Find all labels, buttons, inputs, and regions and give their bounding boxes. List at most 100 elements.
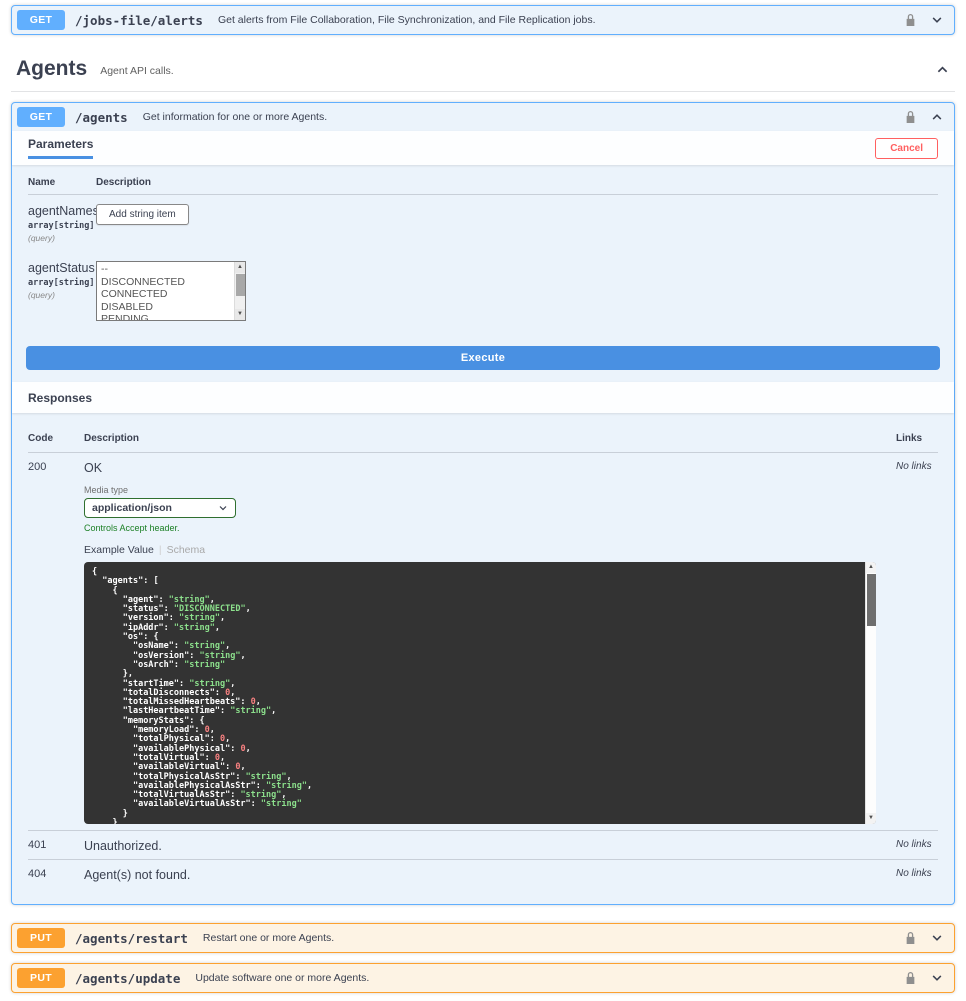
- param-type: array[string]: [28, 278, 96, 288]
- opblock-jobs-file-alerts: GET /jobs-file/alerts Get alerts from Fi…: [11, 5, 955, 35]
- api-description: Restart one or more Agents.: [203, 932, 334, 944]
- tab-schema[interactable]: Schema: [167, 544, 206, 556]
- response-row-401: 401 Unauthorized. No links: [28, 830, 938, 859]
- api-description: Get alerts from File Collaboration, File…: [218, 14, 596, 26]
- scrollbar-thumb[interactable]: [236, 274, 245, 296]
- responses-table: Code Description Links 200 OK Media type…: [12, 413, 954, 904]
- response-links: No links: [896, 839, 938, 853]
- method-badge-put: PUT: [17, 928, 65, 948]
- tab-example-value[interactable]: Example Value: [84, 544, 154, 556]
- response-code: 401: [28, 839, 84, 853]
- response-links: No links: [896, 461, 938, 824]
- api-path[interactable]: /agents/update: [75, 971, 180, 986]
- execute-button[interactable]: Execute: [26, 346, 940, 370]
- expand-button[interactable]: [930, 13, 944, 27]
- api-description: Update software one or more Agents.: [195, 972, 369, 984]
- section-title: Agents: [16, 57, 87, 81]
- op-summary-agents-update[interactable]: PUT /agents/update Update software one o…: [12, 964, 954, 992]
- responses-header: Responses: [12, 382, 954, 413]
- param-type: array[string]: [28, 221, 96, 231]
- opblock-agents-update: PUT /agents/update Update software one o…: [11, 963, 955, 993]
- tab-separator: |: [159, 544, 162, 556]
- parameters-table-head: Name Description: [28, 177, 938, 195]
- response-row-404: 404 Agent(s) not found. No links: [28, 859, 938, 888]
- chevron-up-icon: [935, 62, 950, 77]
- param-row-agentstatus: agentStatus array[string] (query) -- DIS…: [28, 252, 938, 330]
- auth-lock-button[interactable]: [905, 110, 916, 124]
- lock-icon: [905, 13, 916, 27]
- chevron-down-icon: [930, 971, 944, 985]
- collapse-button[interactable]: [930, 110, 944, 124]
- scroll-up-icon[interactable]: ▲: [866, 562, 876, 573]
- expand-button[interactable]: [930, 971, 944, 985]
- chevron-up-icon: [930, 110, 944, 124]
- api-path[interactable]: /jobs-file/alerts: [75, 13, 203, 28]
- section-subtitle: Agent API calls.: [100, 61, 174, 77]
- lock-icon: [905, 110, 916, 124]
- op-summary-jobs-file-alerts[interactable]: GET /jobs-file/alerts Get alerts from Fi…: [12, 6, 954, 34]
- param-row-agentnames: agentNames array[string] (query) Add str…: [28, 195, 938, 252]
- response-code: 404: [28, 868, 84, 882]
- tag-header-agents[interactable]: Agents Agent API calls.: [11, 51, 955, 92]
- method-badge-get: GET: [17, 10, 65, 30]
- responses-title: Responses: [28, 391, 92, 405]
- chevron-down-icon: [218, 503, 228, 513]
- listbox-option[interactable]: CONNECTED: [97, 288, 245, 301]
- scrollbar-thumb[interactable]: [867, 574, 876, 626]
- scroll-up-icon[interactable]: ▲: [235, 262, 245, 273]
- example-value-block: { "agents": [ { "agent": "string", "stat…: [84, 562, 876, 824]
- example-json-code: { "agents": [ { "agent": "string", "stat…: [84, 562, 876, 824]
- auth-lock-button[interactable]: [905, 971, 916, 985]
- collapse-section-button[interactable]: [935, 62, 950, 77]
- listbox-option[interactable]: DISCONNECTED: [97, 276, 245, 289]
- api-path[interactable]: /agents/restart: [75, 931, 188, 946]
- parameters-header: Parameters Cancel: [12, 131, 954, 165]
- auth-lock-button[interactable]: [905, 13, 916, 27]
- param-location: (query): [28, 290, 96, 300]
- method-badge-put: PUT: [17, 968, 65, 988]
- column-header-links: Links: [896, 433, 938, 444]
- responses-table-head: Code Description Links: [28, 425, 938, 453]
- response-description: Agent(s) not found.: [84, 868, 896, 882]
- op-summary-agents-restart[interactable]: PUT /agents/restart Restart one or more …: [12, 924, 954, 952]
- method-badge-get: GET: [17, 107, 65, 127]
- api-path[interactable]: /agents: [75, 110, 128, 125]
- opblock-agents: GET /agents Get information for one or m…: [11, 102, 955, 905]
- scroll-down-icon[interactable]: ▼: [235, 309, 245, 320]
- param-location: (query): [28, 233, 96, 243]
- tab-parameters[interactable]: Parameters: [28, 137, 93, 159]
- add-string-item-button[interactable]: Add string item: [96, 204, 189, 225]
- expand-button[interactable]: [930, 931, 944, 945]
- media-type-select[interactable]: application/json: [84, 498, 236, 518]
- lock-icon: [905, 971, 916, 985]
- op-summary-agents[interactable]: GET /agents Get information for one or m…: [12, 103, 954, 131]
- response-row-200: 200 OK Media type application/json Contr…: [28, 453, 938, 830]
- opblock-agents-restart: PUT /agents/restart Restart one or more …: [11, 923, 955, 953]
- response-links: No links: [896, 868, 938, 882]
- param-name: agentStatus: [28, 261, 96, 275]
- column-header-description: Description: [84, 433, 896, 444]
- example-scrollbar[interactable]: ▲ ▼: [865, 562, 876, 824]
- scroll-down-icon[interactable]: ▼: [866, 813, 876, 824]
- cancel-button[interactable]: Cancel: [875, 138, 938, 159]
- response-code: 200: [28, 461, 84, 824]
- lock-icon: [905, 931, 916, 945]
- parameters-table: Name Description agentNames array[string…: [12, 165, 954, 334]
- column-header-description: Description: [96, 177, 938, 188]
- param-name: agentNames: [28, 204, 96, 218]
- response-description: Unauthorized.: [84, 839, 896, 853]
- media-type-label: Media type: [84, 485, 896, 495]
- listbox-option[interactable]: DISABLED: [97, 301, 245, 314]
- accept-header-note: Controls Accept header.: [84, 523, 896, 533]
- swagger-page: GET /jobs-file/alerts Get alerts from Fi…: [0, 0, 966, 1001]
- chevron-down-icon: [930, 931, 944, 945]
- agent-status-listbox[interactable]: -- DISCONNECTED CONNECTED DISABLED PENDI…: [96, 261, 246, 321]
- chevron-down-icon: [930, 13, 944, 27]
- listbox-option[interactable]: PENDING: [97, 313, 245, 321]
- listbox-option[interactable]: --: [97, 263, 245, 276]
- column-header-name: Name: [28, 177, 96, 188]
- listbox-scrollbar[interactable]: ▲ ▼: [234, 262, 245, 320]
- auth-lock-button[interactable]: [905, 931, 916, 945]
- response-description: OK: [84, 461, 896, 475]
- column-header-code: Code: [28, 433, 84, 444]
